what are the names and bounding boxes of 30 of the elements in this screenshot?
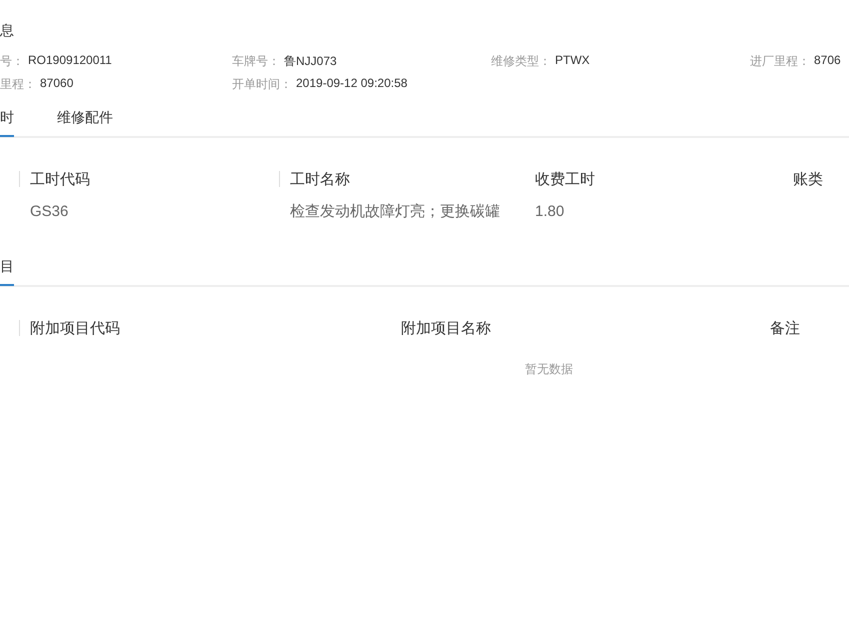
column-header: 附加项目代码: [30, 318, 120, 338]
field-value: 2019-09-12 09:20:58: [296, 76, 408, 92]
column-divider: [19, 320, 20, 336]
column-header: 备注: [770, 318, 800, 338]
tab[interactable]: 维修配件: [57, 99, 113, 137]
section-title: 息: [0, 21, 15, 40]
field-value: 87060: [40, 76, 74, 92]
table-cell-text: GS36: [29, 202, 70, 220]
field-value: PTWX: [555, 53, 590, 69]
field-value: 鲁NJJ073: [284, 53, 337, 70]
field-label: 维修类型：: [491, 53, 551, 70]
table-cell-text: 检查发动机故障灯亮；更换碳罐: [289, 202, 501, 220]
column-divider: [279, 171, 280, 187]
field-value: RO1909120011: [28, 53, 112, 69]
field-label: 开单时间：: [232, 76, 292, 93]
field-value: 8706: [814, 53, 841, 69]
column-divider: [19, 171, 20, 187]
tab[interactable]: 目: [0, 248, 14, 286]
empty-text: 暂无数据: [525, 362, 573, 376]
field-label: 进厂里程：: [750, 53, 810, 70]
column-header: 账类: [793, 170, 823, 188]
table-cell-text: 1.80: [535, 202, 566, 220]
tab[interactable]: 时: [0, 99, 14, 137]
column-header: 收费工时: [535, 170, 595, 188]
field-label: 里程：: [0, 76, 36, 93]
column-header: 工时代码: [30, 170, 90, 188]
field-label: 号：: [0, 53, 24, 70]
column-header: 工时名称: [290, 170, 350, 188]
column-header: 附加项目名称: [401, 318, 491, 338]
field-label: 车牌号：: [232, 53, 280, 70]
